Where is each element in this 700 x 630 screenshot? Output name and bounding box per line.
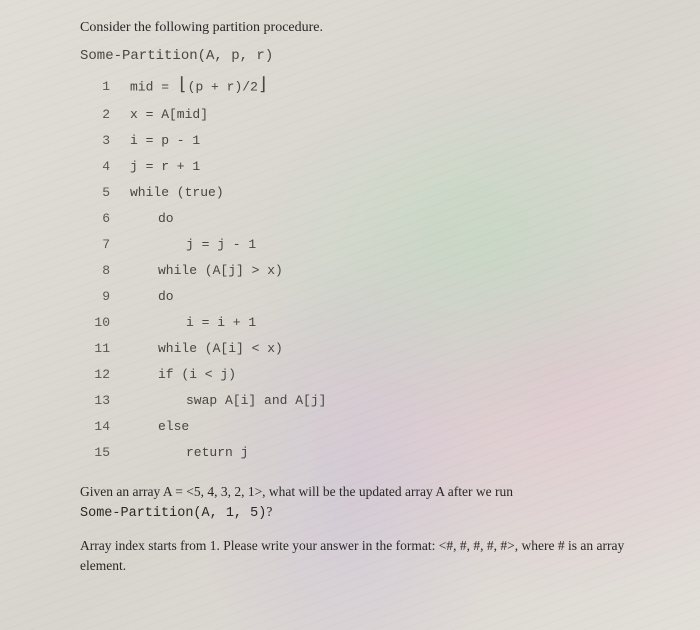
question-part2: ? (266, 504, 272, 519)
code-text: x = A[mid] (130, 104, 208, 125)
line-number: 5 (80, 182, 130, 203)
line-number: 1 (80, 76, 130, 97)
line-number: 13 (80, 390, 130, 411)
line-number: 12 (80, 364, 130, 385)
code-line: 13 swap A[i] and A[j] (80, 388, 660, 414)
line-number: 2 (80, 104, 130, 125)
code-text: j = j - 1 (130, 234, 256, 255)
code-text: do (130, 208, 174, 229)
code-line: 8 while (A[j] > x) (80, 258, 660, 284)
code-line: 10 i = i + 1 (80, 310, 660, 336)
question-call: Some-Partition(A, 1, 5) (80, 506, 266, 521)
line-number: 15 (80, 442, 130, 463)
line-number: 14 (80, 416, 130, 437)
pseudocode-block: 1 mid = ⌊(p + r)/2⌋ 2 x = A[mid] 3 i = p… (80, 72, 660, 466)
code-line: 11 while (A[i] < x) (80, 336, 660, 362)
code-text: j = r + 1 (130, 156, 200, 177)
code-text: else (130, 416, 189, 437)
code-text: while (A[j] > x) (130, 260, 283, 281)
line-number: 4 (80, 156, 130, 177)
code-line: 15 return j (80, 440, 660, 466)
code-text: i = i + 1 (130, 312, 256, 333)
line-number: 9 (80, 286, 130, 307)
procedure-signature: Some-Partition(A, p, r) (80, 48, 660, 64)
line-number: 3 (80, 130, 130, 151)
code-line: 7 j = j - 1 (80, 232, 660, 258)
code-line: 14 else (80, 414, 660, 440)
question-text: Given an array A = <5, 4, 3, 2, 1>, what… (80, 482, 660, 525)
code-line: 2 x = A[mid] (80, 102, 660, 128)
code-line: 12 if (i < j) (80, 362, 660, 388)
format-note: Array index starts from 1. Please write … (80, 536, 660, 577)
code-line: 9 do (80, 284, 660, 310)
line-number: 11 (80, 338, 130, 359)
line-number: 8 (80, 260, 130, 281)
code-line: 6 do (80, 206, 660, 232)
code-text: swap A[i] and A[j] (130, 390, 326, 411)
document-content: Consider the following partition procedu… (0, 0, 700, 597)
line-number: 6 (80, 208, 130, 229)
line-number: 10 (80, 312, 130, 333)
code-line: 4 j = r + 1 (80, 154, 660, 180)
code-text: do (130, 286, 174, 307)
code-text: while (A[i] < x) (130, 338, 283, 359)
code-text: if (i < j) (130, 364, 236, 385)
code-line: 1 mid = ⌊(p + r)/2⌋ (80, 72, 660, 102)
question-part1: Given an array A = <5, 4, 3, 2, 1>, what… (80, 484, 513, 499)
code-text: while (true) (130, 182, 224, 203)
code-text: return j (130, 442, 248, 463)
code-text: mid = ⌊(p + r)/2⌋ (130, 72, 269, 102)
code-line: 5 while (true) (80, 180, 660, 206)
code-text: i = p - 1 (130, 130, 200, 151)
code-line: 3 i = p - 1 (80, 128, 660, 154)
intro-text: Consider the following partition procedu… (80, 20, 660, 36)
line-number: 7 (80, 234, 130, 255)
